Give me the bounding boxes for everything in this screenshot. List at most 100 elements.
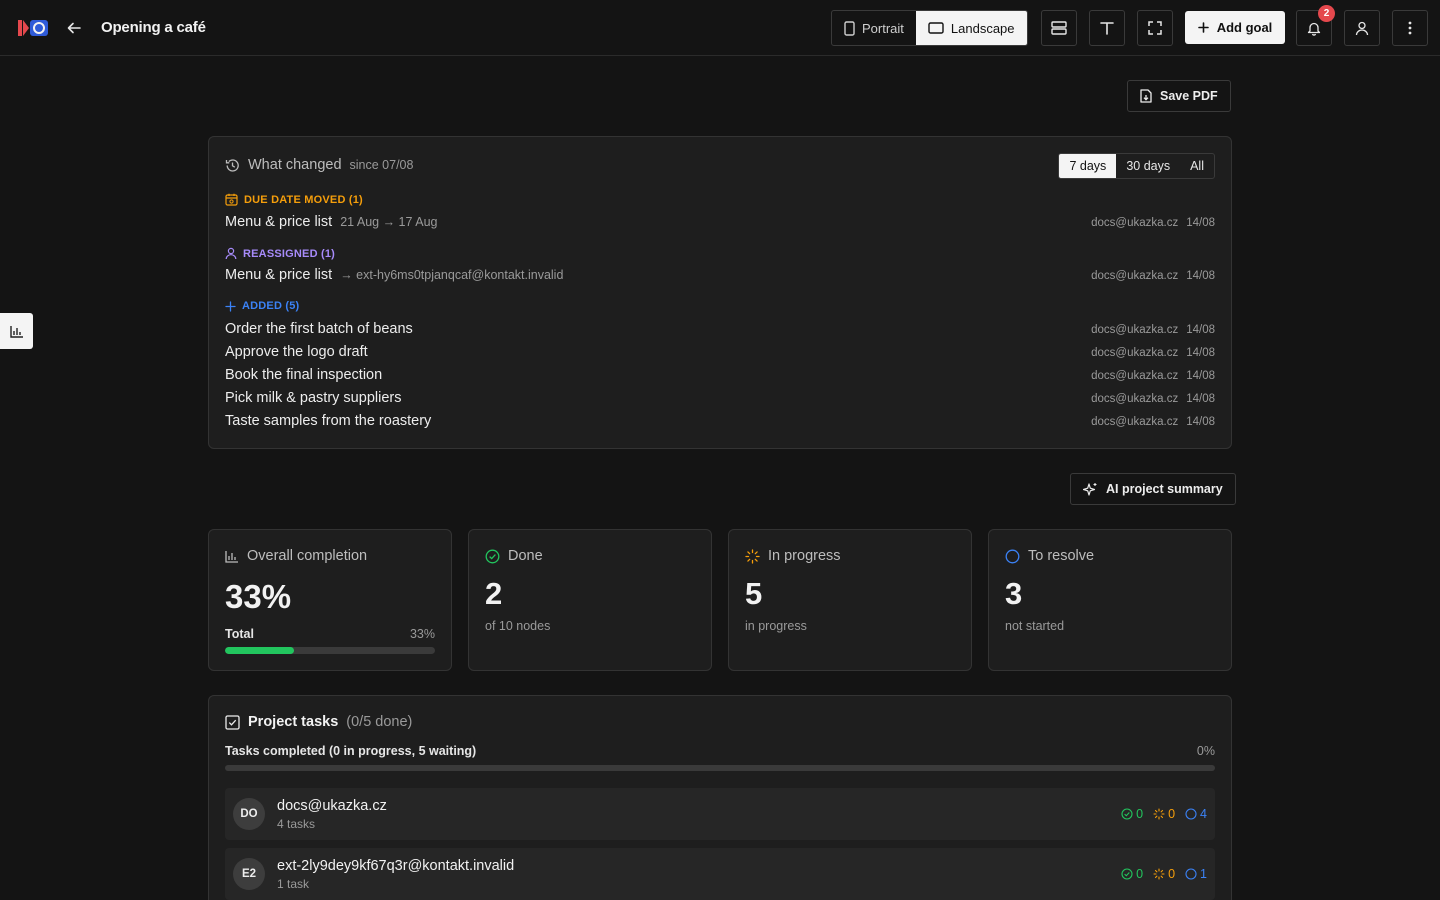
notifications-button[interactable]: 2 bbox=[1296, 5, 1335, 46]
change-detail: 21 Aug → 17 Aug bbox=[340, 215, 438, 229]
change-row[interactable]: Approve the logo draft docs@ukazka.cz 14/… bbox=[225, 344, 1215, 360]
orientation-toggle: Portrait Landscape bbox=[831, 10, 1028, 46]
portrait-button[interactable]: Portrait bbox=[832, 11, 916, 45]
member-name: docs@ukazka.cz bbox=[277, 797, 387, 814]
overall-completion-card: Overall completion 33% Total 33% bbox=[208, 529, 452, 671]
change-title: Pick milk & pastry suppliers bbox=[225, 390, 402, 406]
change-row[interactable]: Menu & price list 21 Aug → 17 Aug docs@u… bbox=[225, 214, 1215, 230]
change-title: Book the final inspection bbox=[225, 367, 383, 383]
completion-value: 33% bbox=[225, 578, 292, 615]
text-icon bbox=[1100, 22, 1114, 35]
calendar-icon bbox=[225, 193, 238, 206]
member-in-progress-count: 0 bbox=[1168, 807, 1176, 821]
check-circle-icon bbox=[1121, 808, 1133, 820]
app-logo[interactable] bbox=[18, 19, 50, 37]
member-row[interactable]: DO docs@ukazka.cz 4 tasks 0 0 4 bbox=[225, 788, 1215, 840]
bar-chart-icon bbox=[225, 550, 238, 563]
range-30-days[interactable]: 30 days bbox=[1116, 154, 1180, 178]
page-title: Opening a café bbox=[101, 19, 206, 36]
profile-button[interactable] bbox=[1344, 10, 1380, 46]
change-row[interactable]: Order the first batch of beans docs@ukaz… bbox=[225, 321, 1215, 337]
back-button[interactable] bbox=[62, 16, 86, 40]
fullscreen-icon bbox=[1148, 21, 1162, 35]
member-info: ext-2ly9dey9kf67q3r@kontakt.invalid 1 ta… bbox=[277, 858, 514, 891]
done-sub: of 10 nodes bbox=[485, 619, 551, 633]
tasks-progress-track bbox=[225, 765, 1215, 771]
change-title: Order the first batch of beans bbox=[225, 321, 413, 337]
what-changed-panel: What changed since 07/08 7 days 30 days … bbox=[208, 136, 1232, 449]
stat-title: Overall completion bbox=[247, 548, 368, 564]
ai-summary-button[interactable]: AI project summary bbox=[1070, 473, 1236, 505]
member-stats: 0 0 1 bbox=[1121, 867, 1207, 881]
member-done-count: 0 bbox=[1136, 867, 1144, 881]
save-pdf-label: Save PDF bbox=[1160, 89, 1218, 103]
landscape-button[interactable]: Landscape bbox=[915, 11, 1027, 45]
change-row[interactable]: Taste samples from the roastery docs@uka… bbox=[225, 413, 1215, 429]
add-goal-button[interactable]: Add goal bbox=[1185, 11, 1285, 44]
circle-icon bbox=[1005, 549, 1020, 563]
more-menu-button[interactable] bbox=[1392, 10, 1428, 46]
what-changed-since: since 07/08 bbox=[349, 158, 414, 172]
text-button[interactable] bbox=[1089, 10, 1125, 46]
stat-header: To resolve bbox=[1005, 548, 1094, 564]
landscape-label: Landscape bbox=[950, 20, 1015, 36]
save-pdf-button[interactable]: Save PDF bbox=[1127, 80, 1231, 112]
member-done-stat: 0 bbox=[1121, 807, 1143, 821]
stat-header: In progress bbox=[745, 548, 841, 564]
section-label-text: ADDED (5) bbox=[242, 300, 300, 312]
fullscreen-button[interactable] bbox=[1137, 10, 1173, 46]
sparkles-icon bbox=[1083, 482, 1097, 496]
arrow-left-icon bbox=[67, 22, 81, 34]
change-user: docs@ukazka.cz bbox=[1091, 393, 1179, 405]
stat-header: Overall completion bbox=[225, 548, 367, 564]
plus-icon bbox=[1197, 22, 1209, 33]
member-waiting-count: 4 bbox=[1200, 807, 1207, 821]
in-progress-value: 5 bbox=[745, 576, 763, 611]
total-label: Total bbox=[225, 627, 254, 641]
history-icon bbox=[225, 158, 239, 172]
range-toggle: 7 days 30 days All bbox=[1058, 153, 1215, 179]
change-user: docs@ukazka.cz bbox=[1091, 270, 1179, 282]
section-due-date-moved: DUE DATE MOVED (1) bbox=[225, 193, 363, 206]
change-user: docs@ukazka.cz bbox=[1091, 370, 1179, 382]
project-tasks-panel: Project tasks (0/5 done) Tasks completed… bbox=[208, 695, 1232, 900]
to-resolve-card: To resolve 3 not started bbox=[988, 529, 1232, 671]
top-bar: Opening a café Portrait Landscape Add go… bbox=[0, 0, 1440, 56]
member-waiting-stat: 4 bbox=[1185, 807, 1207, 821]
stat-header: Done bbox=[485, 548, 543, 564]
member-done-stat: 0 bbox=[1121, 867, 1143, 881]
change-row[interactable]: Pick milk & pastry suppliers docs@ukazka… bbox=[225, 390, 1215, 406]
change-meta: docs@ukazka.cz 14/08 bbox=[1091, 393, 1215, 405]
member-waiting-count: 1 bbox=[1200, 867, 1207, 881]
member-in-progress-stat: 0 bbox=[1153, 867, 1175, 881]
bell-icon bbox=[1307, 22, 1321, 36]
rows-icon bbox=[1051, 21, 1067, 35]
stats-side-tab[interactable] bbox=[0, 313, 33, 349]
member-row[interactable]: E2 ext-2ly9dey9kf67q3r@kontakt.invalid 1… bbox=[225, 848, 1215, 900]
completion-progress-fill bbox=[225, 647, 295, 654]
loader-icon bbox=[1153, 808, 1165, 820]
member-task-count: 4 tasks bbox=[277, 816, 316, 831]
range-7-days[interactable]: 7 days bbox=[1059, 154, 1117, 178]
plus-icon bbox=[225, 300, 236, 312]
member-task-count: 1 task bbox=[277, 876, 310, 891]
portrait-icon bbox=[844, 20, 855, 36]
more-vertical-icon bbox=[1408, 21, 1412, 35]
tasks-completed-label: Tasks completed (0 in progress, 5 waitin… bbox=[225, 744, 477, 758]
avatar: E2 bbox=[233, 858, 265, 890]
change-meta: docs@ukazka.cz 14/08 bbox=[1091, 324, 1215, 336]
member-done-count: 0 bbox=[1136, 807, 1144, 821]
circle-icon bbox=[1185, 868, 1197, 880]
user-icon bbox=[1355, 21, 1369, 35]
done-value: 2 bbox=[485, 576, 503, 611]
section-added: ADDED (5) bbox=[225, 300, 299, 312]
user-icon bbox=[225, 247, 237, 260]
to-resolve-value: 3 bbox=[1005, 576, 1023, 611]
range-all[interactable]: All bbox=[1180, 154, 1214, 178]
section-label-text: REASSIGNED (1) bbox=[243, 247, 336, 260]
layout-button[interactable] bbox=[1041, 10, 1077, 46]
total-pct: 33% bbox=[409, 627, 435, 641]
change-row[interactable]: Book the final inspection docs@ukazka.cz… bbox=[225, 367, 1215, 383]
in-progress-sub: in progress bbox=[745, 619, 807, 633]
change-row[interactable]: Menu & price list → ext-hy6ms0tpjanqcaf@… bbox=[225, 267, 1215, 283]
